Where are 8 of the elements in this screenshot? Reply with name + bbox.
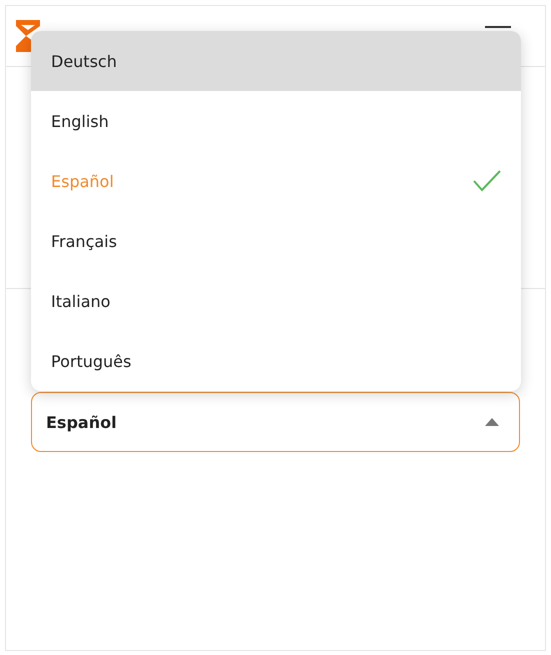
- language-option[interactable]: Italiano: [31, 271, 521, 331]
- caret-icon: [485, 418, 499, 426]
- language-option[interactable]: Deutsch: [31, 31, 521, 91]
- language-option[interactable]: Português: [31, 331, 521, 391]
- language-option[interactable]: English: [31, 91, 521, 151]
- language-option[interactable]: Français: [31, 211, 521, 271]
- check-icon: [473, 169, 501, 193]
- language-select[interactable]: Español: [31, 392, 520, 452]
